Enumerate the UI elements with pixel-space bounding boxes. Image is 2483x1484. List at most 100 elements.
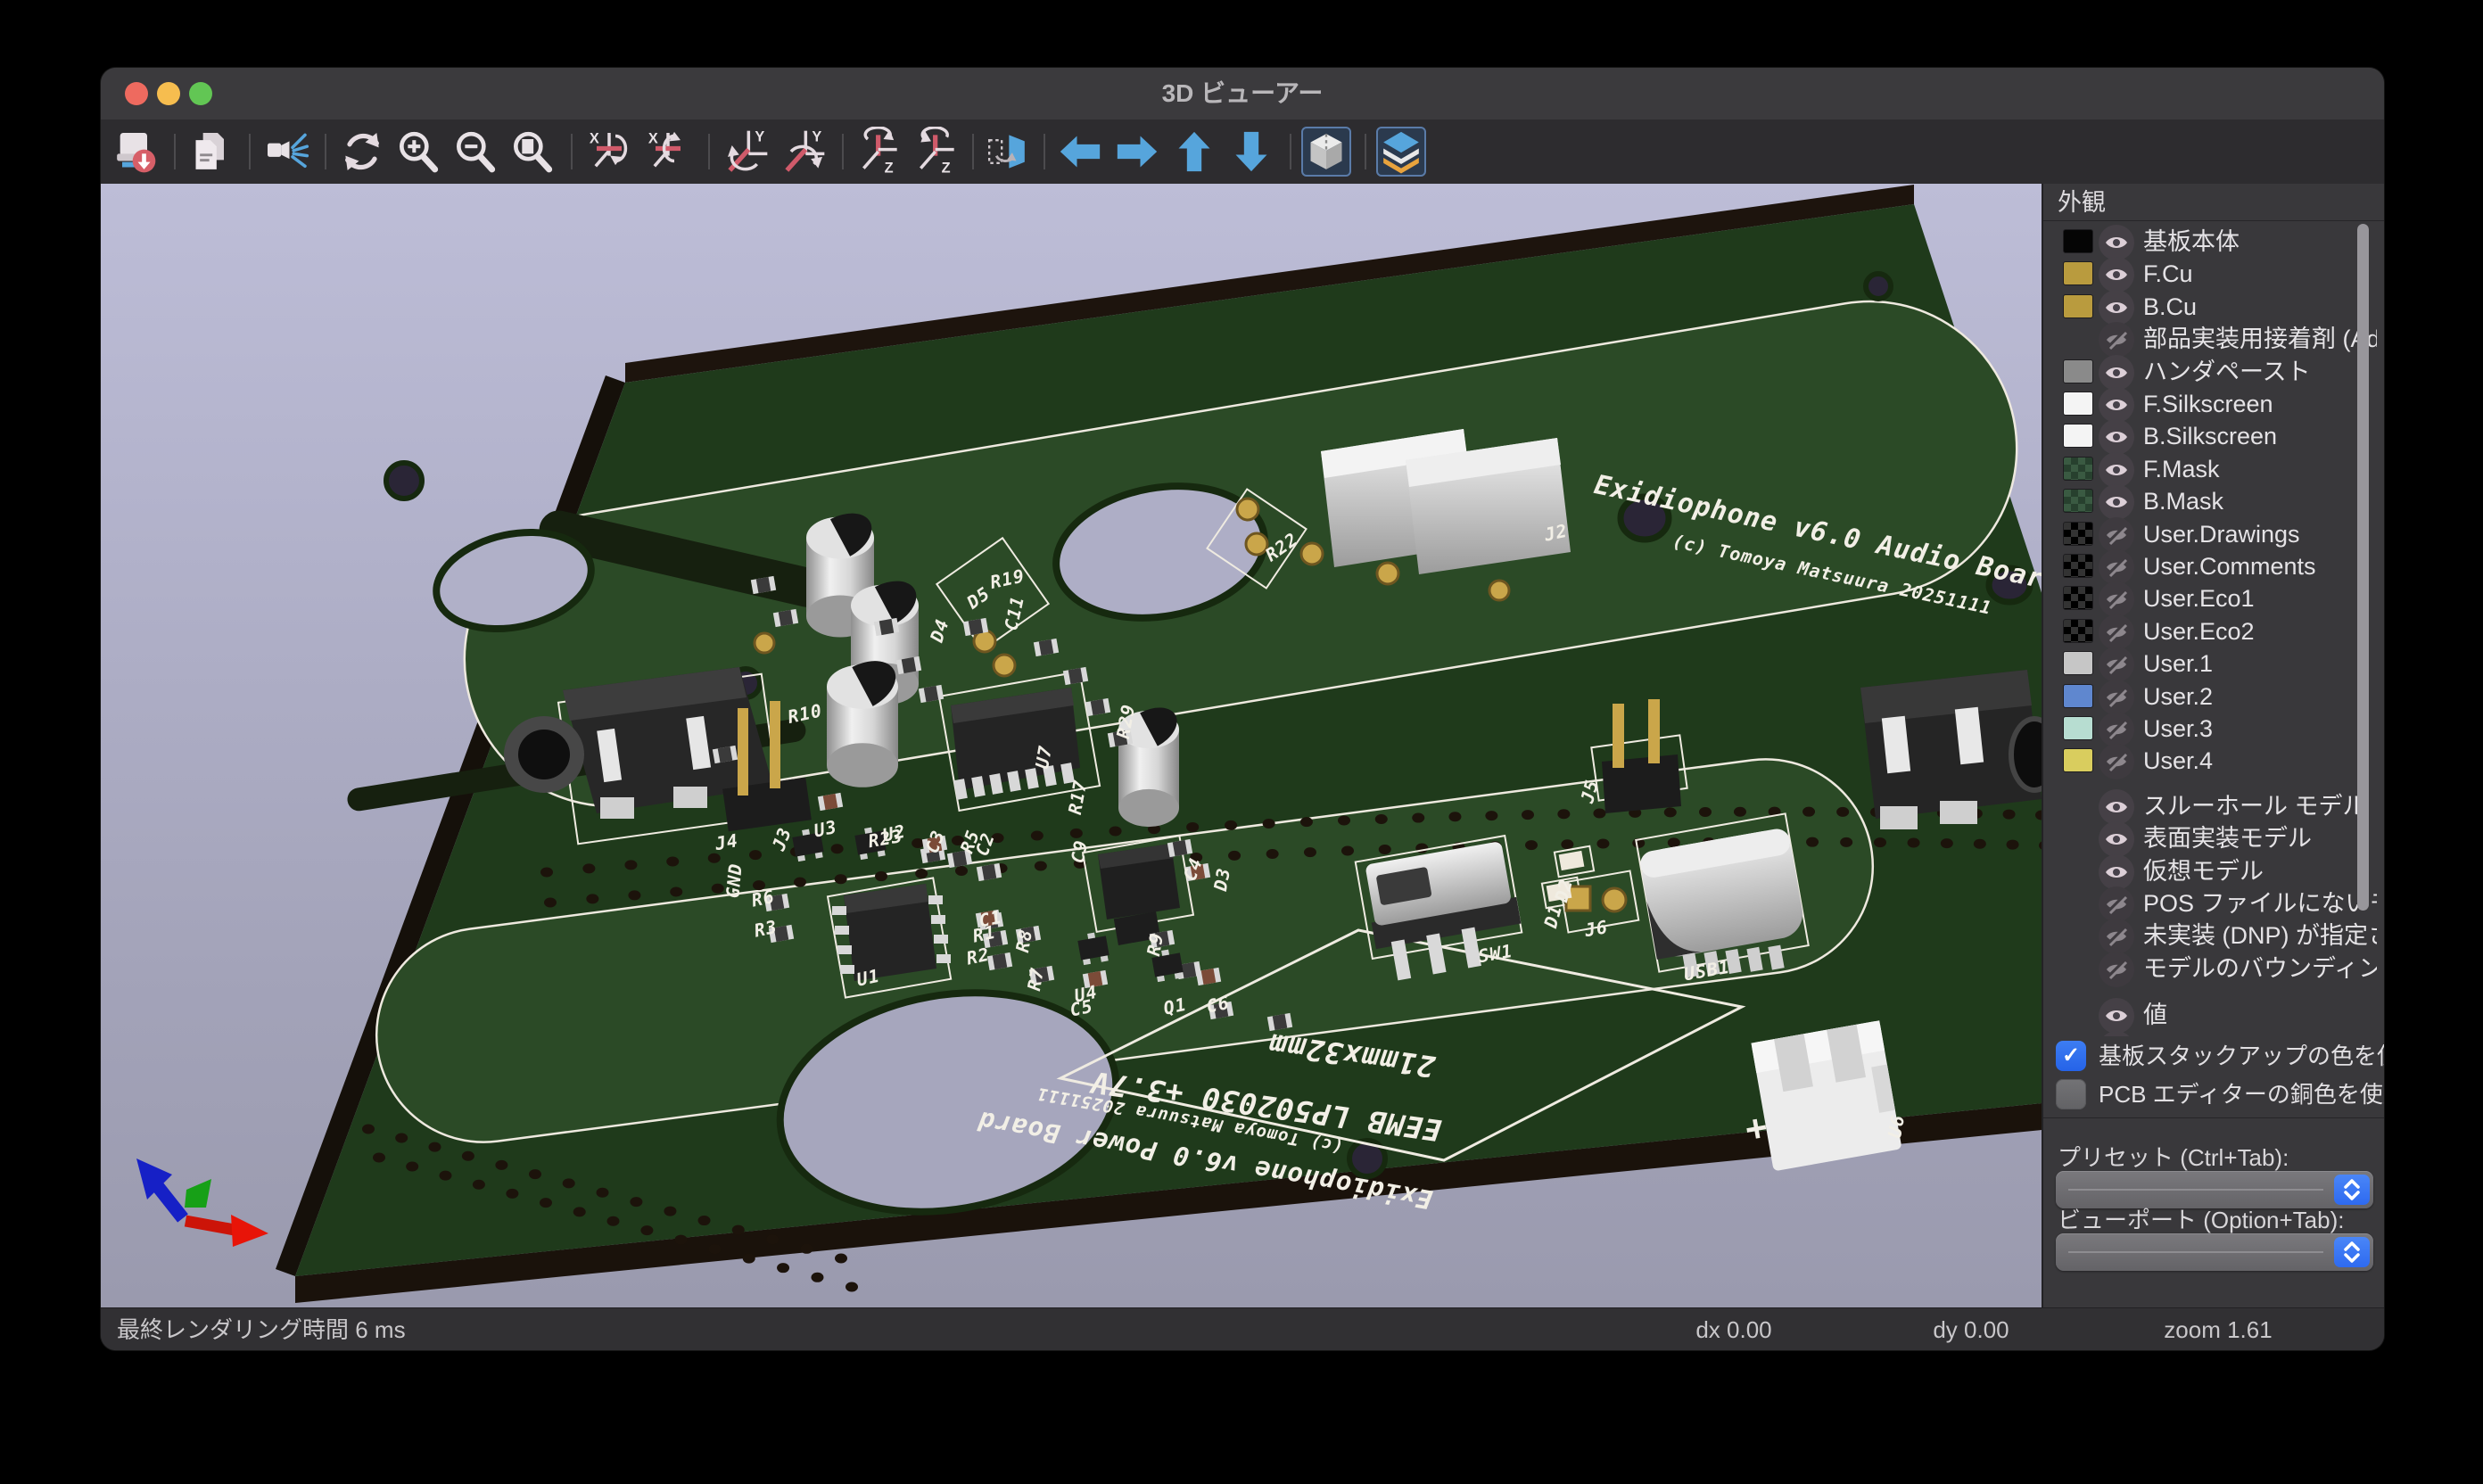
- visibility-eye-icon[interactable]: [2099, 225, 2134, 260]
- layer-row-B.Mask[interactable]: B.Mask: [2043, 485, 2385, 518]
- preset-combobox[interactable]: [2056, 1171, 2373, 1208]
- layer-row-User.3[interactable]: User.3: [2043, 713, 2385, 746]
- toolbar-zoom-in-button[interactable]: [393, 127, 443, 177]
- layer-row-User.Comments[interactable]: User.Comments: [2043, 550, 2385, 583]
- visibility-eye-icon[interactable]: [2099, 998, 2134, 1034]
- 3d-viewport[interactable]: Exidiophone v6.0 Audio Board(c) Tomoya M…: [101, 184, 2042, 1307]
- toolbar-rotate-y-clockwise-button[interactable]: [722, 127, 771, 177]
- visibility-eye-icon[interactable]: [2099, 355, 2134, 391]
- option-row[interactable]: ✓ 基板スタックアップの色を使用: [2043, 1038, 2385, 1074]
- layer-color-swatch[interactable]: [2063, 294, 2093, 318]
- layer-row-User.Drawings[interactable]: User.Drawings: [2043, 518, 2385, 551]
- checkbox-unchecked[interactable]: [2056, 1079, 2086, 1109]
- layer-label: 値: [2143, 999, 2377, 1032]
- viewport-combobox[interactable]: [2056, 1233, 2373, 1271]
- layer-color-swatch[interactable]: [2063, 359, 2093, 383]
- layer-row-B.Silkscreen[interactable]: B.Silkscreen: [2043, 420, 2385, 453]
- visibility-eye-off-icon[interactable]: [2099, 744, 2134, 779]
- layer-color-swatch[interactable]: [2063, 229, 2093, 253]
- visibility-eye-icon[interactable]: [2099, 821, 2134, 857]
- visibility-eye-off-icon[interactable]: [2099, 614, 2134, 650]
- option-row[interactable]: PCB エディターの銅色を使用: [2043, 1076, 2385, 1112]
- visibility-eye-icon[interactable]: [2099, 854, 2134, 890]
- visibility-eye-off-icon[interactable]: [2099, 919, 2134, 954]
- layer-row-スルーホール モデル[interactable]: スルーホール モデル: [2043, 790, 2385, 823]
- toolbar-export-board-image-button[interactable]: [110, 127, 160, 177]
- toolbar-rotate-x-clockwise-button[interactable]: [584, 127, 634, 177]
- toolbar-rotate-y-counterclockwise-button[interactable]: [779, 127, 829, 177]
- visibility-eye-off-icon[interactable]: [2099, 952, 2134, 987]
- layer-row-値[interactable]: 値: [2043, 999, 2385, 1032]
- layer-row-User.1[interactable]: User.1: [2043, 647, 2385, 680]
- layer-color-swatch[interactable]: [2063, 619, 2093, 643]
- toolbar-pan-left-button[interactable]: [1055, 127, 1105, 177]
- visibility-eye-off-icon[interactable]: [2099, 322, 2134, 358]
- layer-row-基板本体[interactable]: 基板本体: [2043, 226, 2385, 259]
- stepper-icon[interactable]: [2334, 1237, 2370, 1267]
- layer-list-scrollbar[interactable]: [2357, 224, 2369, 911]
- visibility-eye-off-icon[interactable]: [2099, 517, 2134, 553]
- layer-color-swatch[interactable]: [2063, 457, 2093, 481]
- layer-row-表面実装モデル[interactable]: 表面実装モデル: [2043, 822, 2385, 855]
- layer-color-swatch[interactable]: [2063, 392, 2093, 416]
- layer-row-partial[interactable]: [2043, 1032, 2385, 1036]
- toolbar-zoom-to-fit-button[interactable]: [507, 127, 557, 177]
- visibility-eye-icon[interactable]: [2099, 484, 2134, 520]
- layer-color-swatch[interactable]: [2063, 261, 2093, 285]
- layer-color-swatch[interactable]: [2063, 554, 2093, 578]
- visibility-eye-icon[interactable]: [2099, 387, 2134, 423]
- toolbar-redraw-button[interactable]: [337, 127, 387, 177]
- toolbar-rotate-z-clockwise-button[interactable]: [855, 127, 905, 177]
- layer-row-User.4[interactable]: User.4: [2043, 745, 2385, 778]
- visibility-eye-off-icon[interactable]: [2099, 712, 2134, 747]
- visibility-eye-off-icon[interactable]: [2099, 581, 2134, 617]
- toolbar-separator: [1290, 134, 1291, 169]
- layer-row-B.Cu[interactable]: B.Cu: [2043, 291, 2385, 324]
- visibility-eye-icon[interactable]: [2099, 789, 2134, 825]
- visibility-eye-icon[interactable]: [2099, 452, 2134, 488]
- layer-row-ハンダペースト[interactable]: ハンダペースト: [2043, 356, 2385, 389]
- layer-color-swatch[interactable]: [2063, 522, 2093, 546]
- visibility-eye-off-icon[interactable]: [2099, 549, 2134, 585]
- toolbar-appearance-panel-button[interactable]: [1376, 127, 1426, 177]
- layer-color-swatch[interactable]: [2063, 489, 2093, 513]
- checkbox-checked[interactable]: ✓: [2056, 1041, 2086, 1071]
- toolbar-pan-up-button[interactable]: [1169, 127, 1219, 177]
- visibility-eye-icon[interactable]: [2099, 257, 2134, 293]
- toolbar-zoom-out-button[interactable]: [450, 127, 500, 177]
- visibility-eye-icon[interactable]: [2099, 1031, 2134, 1036]
- axis-orientation-gizmo: [136, 1158, 268, 1247]
- visibility-eye-off-icon[interactable]: [2099, 680, 2134, 715]
- layer-color-swatch[interactable]: [2063, 748, 2093, 772]
- layer-row-仮想モデル[interactable]: 仮想モデル: [2043, 855, 2385, 888]
- layer-row-User.Eco2[interactable]: User.Eco2: [2043, 615, 2385, 648]
- toolbar-rotate-x-counterclockwise-button[interactable]: [643, 127, 693, 177]
- layer-row-F.Mask[interactable]: F.Mask: [2043, 453, 2385, 486]
- visibility-eye-off-icon[interactable]: [2099, 647, 2134, 682]
- stepper-icon[interactable]: [2334, 1175, 2370, 1205]
- layer-color-swatch[interactable]: [2063, 684, 2093, 708]
- layer-row-未実装 (DNP) が指定され[interactable]: 未実装 (DNP) が指定され: [2043, 919, 2385, 952]
- toolbar-pan-right-button[interactable]: [1112, 127, 1162, 177]
- layer-color-swatch[interactable]: [2063, 716, 2093, 740]
- layer-row-F.Silkscreen[interactable]: F.Silkscreen: [2043, 388, 2385, 421]
- toolbar-copy-image-button[interactable]: [186, 127, 236, 177]
- toolbar-rotate-z-counterclockwise-button[interactable]: [912, 127, 962, 177]
- layer-row-モデルのバウンディング[interactable]: モデルのバウンディング: [2043, 952, 2385, 985]
- layer-row-User.Eco1[interactable]: User.Eco1: [2043, 582, 2385, 615]
- visibility-eye-icon[interactable]: [2099, 290, 2134, 326]
- toolbar-pan-down-button[interactable]: [1226, 127, 1276, 177]
- visibility-eye-off-icon[interactable]: [2099, 886, 2134, 922]
- layer-color-swatch[interactable]: [2063, 424, 2093, 448]
- toolbar-orthographic-projection-button[interactable]: [1301, 127, 1351, 177]
- layer-row-POS ファイルにないモデ[interactable]: POS ファイルにないモデ: [2043, 887, 2385, 920]
- layer-row-F.Cu[interactable]: F.Cu: [2043, 258, 2385, 291]
- visibility-eye-icon[interactable]: [2099, 419, 2134, 455]
- layer-row-部品実装用接着剤 (Adhe[interactable]: 部品実装用接着剤 (Adhe: [2043, 323, 2385, 356]
- toolbar-separator: [571, 134, 573, 169]
- toolbar-render-raytracing-button[interactable]: [261, 127, 311, 177]
- layer-color-swatch[interactable]: [2063, 651, 2093, 675]
- toolbar-flip-board-button[interactable]: [982, 127, 1032, 177]
- layer-row-User.2[interactable]: User.2: [2043, 680, 2385, 713]
- layer-color-swatch[interactable]: [2063, 586, 2093, 610]
